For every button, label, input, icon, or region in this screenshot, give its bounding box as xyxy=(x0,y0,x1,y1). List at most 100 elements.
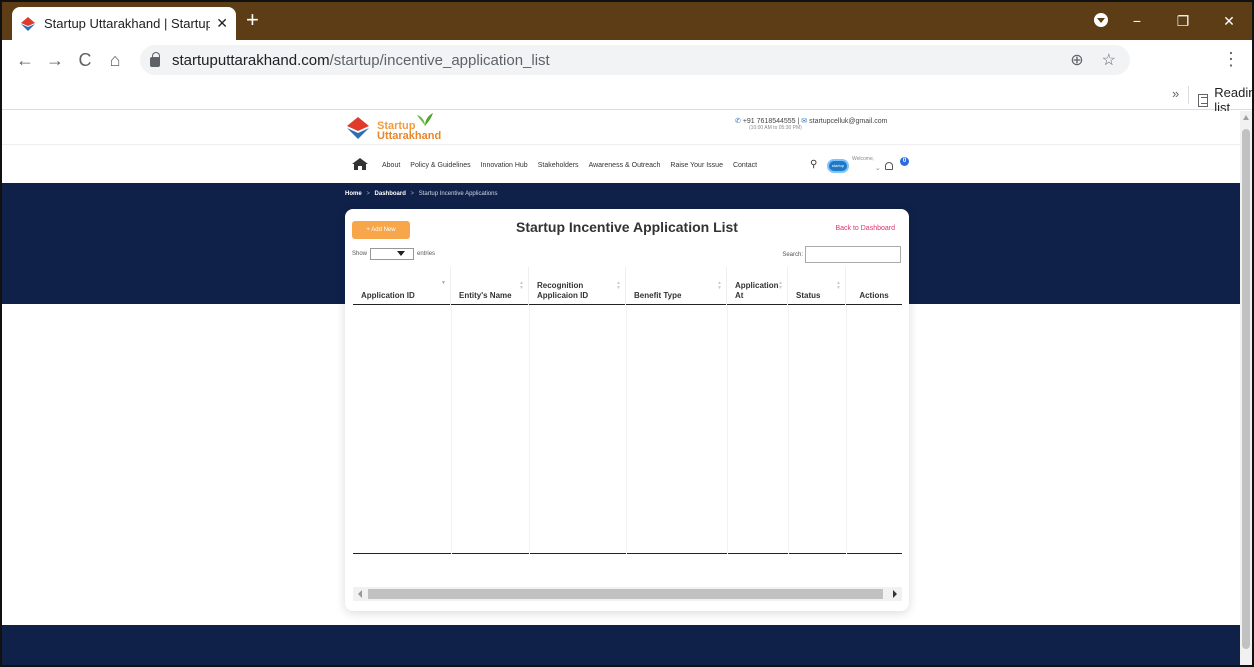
footer-band xyxy=(2,625,1240,665)
nav-item-awareness[interactable]: Awareness & Outreach xyxy=(589,162,661,169)
logo-emblem-icon xyxy=(347,117,369,139)
column-header-actions: Actions xyxy=(859,291,889,300)
scrollbar-thumb[interactable] xyxy=(1242,129,1250,649)
email-link[interactable]: startupcelluk@gmail.com xyxy=(809,118,887,125)
column-divider xyxy=(788,305,789,554)
breadcrumb-separator: > xyxy=(410,191,415,197)
logo-leaf-icon xyxy=(417,113,433,126)
browser-toolbar: ← → C ⌂ startuputtarakhand.com/startup/i… xyxy=(2,40,1252,80)
address-bar[interactable]: startuputtarakhand.com/startup/incentive… xyxy=(140,45,1130,75)
entries-label: entries xyxy=(417,251,436,257)
column-divider xyxy=(626,305,627,554)
table-search: Search: xyxy=(782,246,901,263)
nav-item-contact[interactable]: Contact xyxy=(733,162,757,169)
scroll-left-icon[interactable] xyxy=(358,590,362,598)
table-header: Application ID ▼ Entity's Name ▲ ▼ Recognit… xyxy=(353,267,902,305)
phone-icon: ✆ xyxy=(735,118,741,125)
url-text[interactable]: startuputtarakhand.com/startup/incentive… xyxy=(172,52,550,69)
applications-table: Application ID ▼ Entity's Name ▲ ▼ Recognit… xyxy=(353,267,902,557)
column-divider xyxy=(846,305,847,554)
column-header-entity-name[interactable]: Entity's Name ▲ ▼ xyxy=(451,267,529,305)
mail-icon: ✉ xyxy=(801,118,808,125)
bookmarks-bar: » Reading list xyxy=(2,80,1252,115)
site-navigation: About Policy & Guidelines Innovation Hub… xyxy=(2,146,1240,182)
lock-icon[interactable] xyxy=(150,52,160,67)
browser-titlebar: Startup Uttarakhand | Startup Re ✕ + − ❐… xyxy=(2,2,1252,40)
entries-select[interactable] xyxy=(370,248,415,260)
restore-button[interactable]: ❐ xyxy=(1160,13,1206,30)
column-header-status[interactable]: Status ▲ ▼ xyxy=(788,267,846,305)
browser-window: Startup Uttarakhand | Startup Re ✕ + − ❐… xyxy=(0,0,1254,667)
back-to-dashboard-link[interactable]: Back to Dashboard xyxy=(835,225,895,232)
sort-icon: ▲ ▼ xyxy=(519,280,524,291)
chevron-down-icon[interactable]: ⌄ xyxy=(875,164,881,172)
column-divider xyxy=(451,305,452,554)
minimize-button[interactable]: − xyxy=(1114,13,1160,29)
home-button[interactable]: ⌂ xyxy=(100,50,130,71)
nav-item-innovation-hub[interactable]: Innovation Hub xyxy=(481,162,528,169)
page-title: Startup Incentive Application List xyxy=(516,219,738,235)
user-avatar[interactable]: startup xyxy=(827,159,849,173)
scroll-right-icon[interactable] xyxy=(893,590,897,598)
show-label: Show xyxy=(352,251,368,257)
breadcrumb-separator: > xyxy=(366,191,370,197)
close-window-button[interactable]: ✕ xyxy=(1206,13,1252,30)
office-hours: (10:00 AM to 05:30 PM) xyxy=(749,125,802,131)
nav-item-raise-issue[interactable]: Raise Your Issue xyxy=(670,162,723,169)
bell-icon[interactable] xyxy=(885,162,893,170)
omnibox-actions: ⊕ ☆ xyxy=(1070,50,1116,70)
tab-close-icon[interactable]: ✕ xyxy=(216,15,228,32)
column-header-benefit-type[interactable]: Benefit Type ▲ ▼ xyxy=(626,267,727,305)
nav-item-about[interactable]: About xyxy=(382,162,400,169)
contact-info: ✆ +91 7618544555 | ✉ startupcelluk@gmail… xyxy=(735,118,888,131)
site-favicon-icon xyxy=(21,16,35,31)
table-body xyxy=(353,305,902,554)
nav-items: About Policy & Guidelines Innovation Hub… xyxy=(382,162,757,169)
welcome-label: Welcome, xyxy=(852,156,875,162)
zoom-icon[interactable]: ⊕ xyxy=(1070,50,1083,70)
new-tab-button[interactable]: + xyxy=(246,8,259,32)
window-controls: − ❐ ✕ xyxy=(1114,2,1252,40)
breadcrumb: Home > Dashboard > Startup Incentive App… xyxy=(345,191,497,197)
phone-number[interactable]: +91 7618544555 xyxy=(743,118,796,125)
nav-item-policy[interactable]: Policy & Guidelines xyxy=(410,162,470,169)
profile-menu-icon[interactable] xyxy=(1094,13,1108,27)
browser-tab[interactable]: Startup Uttarakhand | Startup Re ✕ xyxy=(12,7,236,40)
site-header: Startup Uttarakhand ✆ +91 7618544555 | ✉… xyxy=(2,111,1240,145)
scrollbar-thumb[interactable] xyxy=(368,589,883,599)
column-header-recognition-id[interactable]: Recognition Applicaion ID ▲ ▼ xyxy=(529,267,626,305)
site-search-icon[interactable]: ⚲ xyxy=(810,159,817,170)
column-header-application-at[interactable]: Application At ▲ ▼ xyxy=(727,267,788,305)
sort-icon: ▲ ▼ xyxy=(616,280,621,291)
bookmark-star-icon[interactable]: ☆ xyxy=(1102,50,1116,70)
sort-icon: ▲ ▼ xyxy=(836,280,841,291)
forward-button[interactable]: → xyxy=(40,50,70,71)
logo-text-line2: Uttarakhand xyxy=(377,130,442,142)
page-viewport: Startup Uttarakhand ✆ +91 7618544555 | ✉… xyxy=(2,111,1240,665)
column-divider xyxy=(727,305,728,554)
entries-length-control: Show entries xyxy=(352,248,435,260)
bookmarks-divider xyxy=(1188,86,1189,104)
sort-icon: ▲ ▼ xyxy=(778,280,783,291)
column-header-application-id[interactable]: Application ID ▼ xyxy=(353,267,451,305)
breadcrumb-dashboard[interactable]: Dashboard xyxy=(375,191,406,197)
sort-icon: ▲ ▼ xyxy=(717,280,722,291)
column-divider xyxy=(529,305,530,554)
page-vertical-scrollbar[interactable] xyxy=(1240,111,1252,665)
table-horizontal-scrollbar[interactable] xyxy=(353,587,902,601)
reading-list-icon xyxy=(1198,93,1209,107)
search-label: Search: xyxy=(782,251,803,258)
breadcrumb-current: Startup Incentive Applications xyxy=(418,191,498,197)
sort-desc-icon: ▼ xyxy=(441,280,446,286)
more-bookmarks-icon[interactable]: » xyxy=(1172,86,1179,101)
reload-button[interactable]: C xyxy=(70,50,100,71)
tab-title: Startup Uttarakhand | Startup Re xyxy=(44,16,211,31)
breadcrumb-home[interactable]: Home xyxy=(345,191,362,197)
back-button[interactable]: ← xyxy=(10,50,40,71)
home-icon[interactable] xyxy=(352,158,368,170)
nav-item-stakeholders[interactable]: Stakeholders xyxy=(538,162,579,169)
application-list-card: + Add New Startup Incentive Application … xyxy=(345,209,909,611)
search-input[interactable] xyxy=(805,246,901,263)
scroll-up-icon[interactable] xyxy=(1243,115,1249,120)
browser-menu-icon[interactable]: ⋮ xyxy=(1222,49,1240,70)
